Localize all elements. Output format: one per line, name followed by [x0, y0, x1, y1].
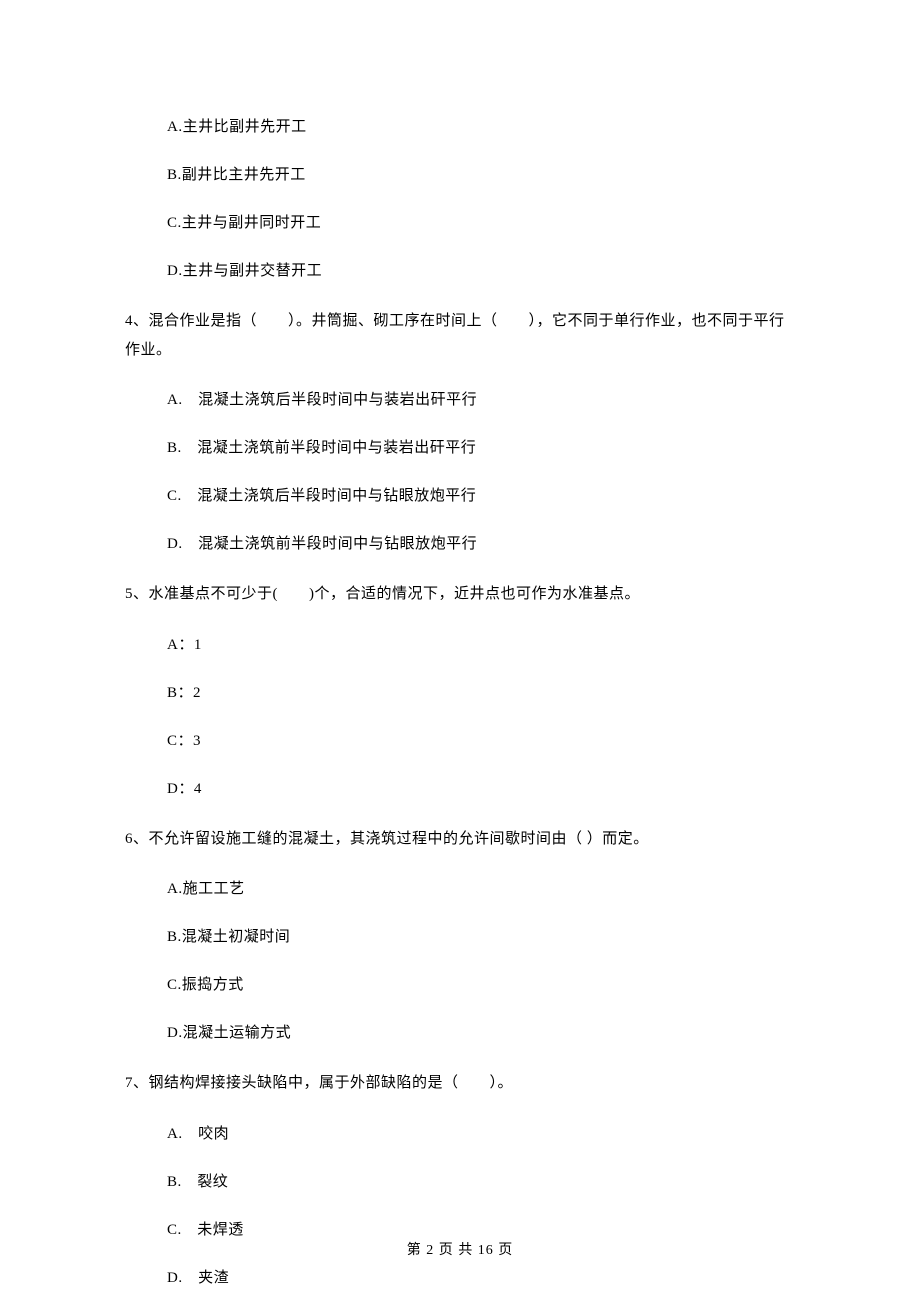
q6-option-d: D.混凝土运输方式 [167, 1021, 795, 1045]
q7-option-a: A. 咬肉 [167, 1122, 795, 1146]
q7-option-b: B. 裂纹 [167, 1170, 795, 1194]
q3-option-d: D.主井与副井交替开工 [167, 259, 795, 283]
q6-option-b: B.混凝土初凝时间 [167, 925, 795, 949]
q3-option-c: C.主井与副井同时开工 [167, 211, 795, 235]
document-content: A.主井比副井先开工 B.副井比主井先开工 C.主井与副井同时开工 D.主井与副… [0, 0, 920, 1290]
q5-option-a: A：1 [167, 633, 795, 657]
q5-option-b: B：2 [167, 681, 795, 705]
q5-option-c: C：3 [167, 729, 795, 753]
q6-text: 6、不允许留设施工缝的混凝土，其浇筑过程中的允许间歇时间由（ ）而定。 [125, 825, 795, 854]
q5-text: 5、水准基点不可少于( )个，合适的情况下，近井点也可作为水准基点。 [125, 580, 795, 609]
q3-option-b: B.副井比主井先开工 [167, 163, 795, 187]
q4-option-c: C. 混凝土浇筑后半段时间中与钻眼放炮平行 [167, 484, 795, 508]
q7-option-d: D. 夹渣 [167, 1266, 795, 1290]
q5-option-d: D：4 [167, 777, 795, 801]
q4-option-d: D. 混凝土浇筑前半段时间中与钻眼放炮平行 [167, 532, 795, 556]
q6-option-a: A.施工工艺 [167, 877, 795, 901]
q6-option-c: C.振捣方式 [167, 973, 795, 997]
q3-option-a: A.主井比副井先开工 [167, 115, 795, 139]
page-footer: 第 2 页 共 16 页 [0, 1240, 920, 1262]
q7-text: 7、钢结构焊接接头缺陷中，属于外部缺陷的是（ ）。 [125, 1069, 795, 1098]
q4-option-b: B. 混凝土浇筑前半段时间中与装岩出矸平行 [167, 436, 795, 460]
q7-option-c: C. 未焊透 [167, 1218, 795, 1242]
q4-text: 4、混合作业是指（ ）。井筒掘、砌工序在时间上（ ），它不同于单行作业，也不同于… [125, 307, 795, 364]
q4-option-a: A. 混凝土浇筑后半段时间中与装岩出矸平行 [167, 388, 795, 412]
